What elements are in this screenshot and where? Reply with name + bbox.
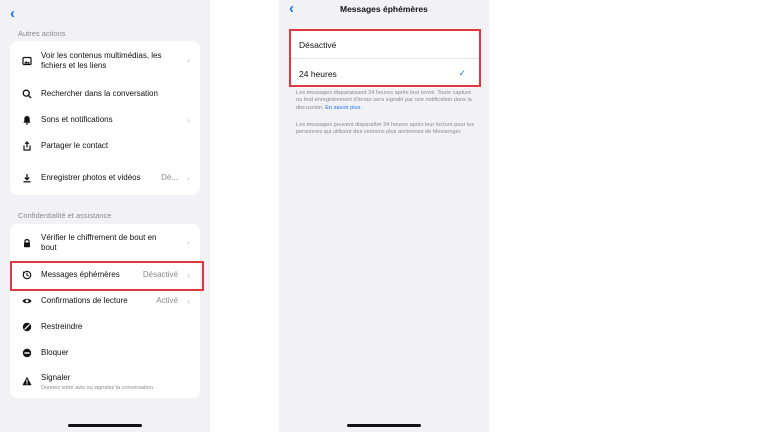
row-report[interactable]: Signaler Donnez votre avis ou signalez l…: [10, 366, 200, 398]
page-title: Messages éphémères: [340, 4, 428, 14]
row-save-photos-videos[interactable]: Enregistrer photos et vidéos Dé... ›: [10, 165, 200, 191]
row-label: Rechercher dans la conversation: [41, 89, 158, 98]
warning-icon: [22, 376, 32, 386]
row-value: Activé: [156, 296, 178, 305]
back-chevron-icon[interactable]: ‹: [289, 1, 294, 16]
chat-details-screen: ‹ Autres actions Voir les contenus multi…: [0, 0, 210, 432]
other-actions-card: Voir les contenus multimédias, les fichi…: [10, 41, 200, 195]
row-verify-encryption[interactable]: Vérifier le chiffrement de bout en bout …: [10, 224, 200, 262]
chevron-right-icon: ›: [187, 173, 190, 183]
info-text-1: Les messages disparaissent 24 heures apr…: [296, 90, 476, 112]
row-label: Enregistrer photos et vidéos: [41, 173, 141, 182]
chevron-right-icon: ›: [187, 55, 190, 65]
row-value: Dé...: [161, 173, 178, 182]
home-indicator: [347, 424, 421, 427]
row-label: Signaler: [41, 373, 71, 382]
chevron-right-icon: ›: [187, 296, 190, 306]
lock-icon: [22, 238, 32, 248]
row-label: Bloquer: [41, 348, 69, 357]
highlight-box: [289, 29, 481, 87]
row-restrict[interactable]: Restreindre: [10, 314, 200, 340]
block-icon: [22, 348, 32, 358]
section-label-other-actions: Autres actions: [18, 29, 66, 38]
row-label: Confirmations de lecture: [41, 296, 128, 305]
row-block[interactable]: Bloquer: [10, 340, 200, 366]
row-share-contact[interactable]: Partager le contact: [10, 133, 200, 159]
row-search-conversation[interactable]: Rechercher dans la conversation: [10, 81, 200, 107]
chevron-right-icon: ›: [187, 115, 190, 125]
bell-icon: [22, 115, 32, 125]
row-label: Voir les contenus multimédias, les fichi…: [41, 51, 162, 70]
image-icon: [22, 56, 32, 66]
learn-more-link[interactable]: En savoir plus: [325, 105, 360, 111]
row-label: Restreindre: [41, 322, 83, 331]
row-read-receipts[interactable]: Confirmations de lecture Activé ›: [10, 288, 200, 314]
section-label-privacy: Confidentialité et assistance: [18, 211, 112, 220]
chevron-right-icon: ›: [187, 237, 190, 247]
row-sounds-notifications[interactable]: Sons et notifications ›: [10, 107, 200, 133]
row-label: Partager le contact: [41, 141, 109, 150]
restrict-icon: [22, 322, 32, 332]
info-text-2: Les messages peuvent disparaître 24 heur…: [296, 122, 475, 136]
search-icon: [22, 89, 32, 99]
row-sublabel: Donnez votre avis ou signalez la convers…: [41, 385, 153, 391]
privacy-support-card: Vérifier le chiffrement de bout en bout …: [10, 224, 200, 398]
highlight-box: [10, 261, 204, 291]
eye-icon: [22, 296, 32, 306]
home-indicator: [68, 424, 142, 427]
download-icon: [22, 173, 32, 183]
ephemeral-messages-screen: ‹ Messages éphémères Désactivé 24 heures…: [279, 0, 489, 432]
row-media-files-links[interactable]: Voir les contenus multimédias, les fichi…: [10, 41, 200, 81]
info-text: Les messages disparaissent 24 heures apr…: [296, 90, 472, 111]
row-label: Vérifier le chiffrement de bout en bout: [41, 233, 157, 252]
share-icon: [22, 141, 32, 151]
back-chevron-icon[interactable]: ‹: [10, 6, 15, 21]
row-label: Sons et notifications: [41, 115, 113, 124]
